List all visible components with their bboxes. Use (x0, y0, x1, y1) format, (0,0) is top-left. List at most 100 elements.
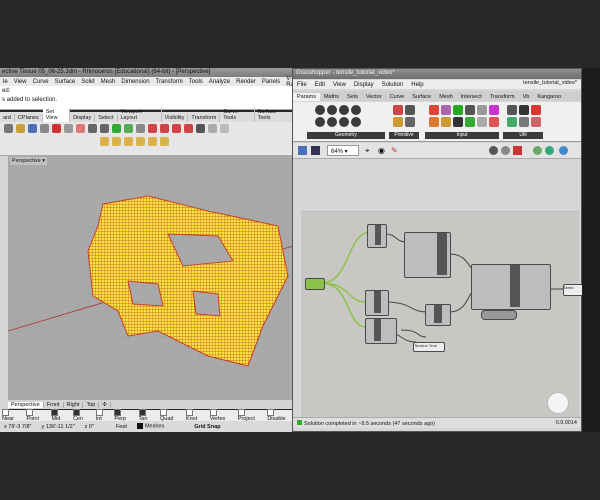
boolean-param-icon[interactable] (393, 105, 403, 115)
point-param-icon[interactable] (315, 105, 325, 115)
gh-menu-item[interactable]: Edit (311, 82, 329, 88)
gh-menu-item[interactable]: Help (407, 82, 427, 88)
rhino-menu-item[interactable]: Tools (186, 79, 206, 85)
preview-mode-icon[interactable] (489, 146, 498, 155)
preview-eye-icon[interactable]: ◉ (378, 146, 385, 155)
toggle-node[interactable] (481, 310, 517, 320)
mesh-topology-node[interactable] (367, 224, 387, 248)
rotate-view-icon[interactable] (124, 124, 133, 133)
sketch-pen-icon[interactable]: ✎ (391, 146, 398, 155)
globe-icon[interactable] (545, 146, 554, 155)
gh-tab[interactable]: Kangaroo (533, 93, 565, 101)
gh-document-name[interactable]: tensile_tutorial_video* (523, 80, 577, 87)
spring-node[interactable] (425, 304, 451, 326)
rhino-menu-item[interactable]: View (11, 79, 30, 85)
sphere-icon[interactable] (208, 124, 217, 133)
tension-toggle-node[interactable]: Tension True (413, 342, 445, 352)
perspective-viewport[interactable]: Perspective ▾ (8, 156, 293, 400)
grid-snap-toggle[interactable]: Grid Snap (194, 424, 220, 430)
car-icon[interactable] (160, 124, 169, 133)
zoom-level[interactable]: 64% ▾ (327, 145, 359, 156)
layer-icon[interactable] (160, 137, 169, 146)
rhino-menu-item[interactable]: Mesh (98, 79, 119, 85)
swatch-icon[interactable] (489, 105, 499, 115)
toolbar-tab[interactable]: Visibility (162, 114, 189, 122)
layer-icon[interactable] (100, 137, 109, 146)
print-icon[interactable] (40, 124, 49, 133)
new-icon[interactable] (4, 124, 13, 133)
button-icon[interactable] (465, 105, 475, 115)
component-analysis-node[interactable] (404, 232, 451, 278)
rhino-menu-item[interactable]: Dimension (118, 79, 152, 85)
rhino-menu-item[interactable]: Transform (153, 79, 186, 85)
curve-param-icon[interactable] (315, 117, 325, 127)
rhino-menu-item[interactable]: Panels (259, 79, 283, 85)
car-icon[interactable] (172, 124, 181, 133)
rhino-menu-item[interactable]: le (0, 79, 11, 85)
save-icon[interactable] (28, 124, 37, 133)
plane-param-icon[interactable] (339, 117, 349, 127)
gh-menu-item[interactable]: View (329, 82, 350, 88)
toolbar-tab[interactable]: ard (0, 114, 15, 122)
panel-icon[interactable] (441, 105, 451, 115)
gh-tab[interactable]: Mesh (435, 93, 456, 101)
viewport-tab[interactable]: Right (64, 401, 84, 408)
layer-icon[interactable] (112, 137, 121, 146)
undo-icon[interactable] (88, 124, 97, 133)
gh-tab[interactable]: Vector (362, 93, 386, 101)
gh-tab[interactable]: Vb (519, 93, 534, 101)
circle-param-icon[interactable] (339, 105, 349, 115)
copy-icon[interactable] (64, 124, 73, 133)
rhino-menu-item[interactable]: Solid (78, 79, 97, 85)
unary-force-node[interactable] (365, 318, 397, 344)
fitness-icon[interactable] (531, 105, 541, 115)
text-param-icon[interactable] (393, 117, 403, 127)
layer-icon[interactable] (148, 137, 157, 146)
viewport-tab[interactable]: Perspective (8, 401, 44, 408)
toolbar-tab[interactable]: Surface Tools (255, 108, 294, 122)
rhino-menu-item[interactable]: Render (233, 79, 259, 85)
line-param-icon[interactable] (327, 117, 337, 127)
paste-icon[interactable] (76, 124, 85, 133)
car-icon[interactable] (184, 124, 193, 133)
gh-tab[interactable]: Curve (386, 93, 409, 101)
rhino-menu-item[interactable]: Surface (52, 79, 79, 85)
toolbar-tab[interactable]: Curve Tools (220, 108, 255, 122)
gh-menu-item[interactable]: Solution (378, 82, 408, 88)
wireframe-mode-icon[interactable] (501, 146, 510, 155)
layer-icon[interactable] (136, 137, 145, 146)
gh-tab[interactable]: Intersect (457, 93, 486, 101)
toggle-icon[interactable] (453, 105, 463, 115)
gh-tab[interactable]: Transform (486, 93, 519, 101)
toolbar-tab[interactable]: CPlanes (15, 114, 43, 122)
galapagos-icon[interactable] (507, 117, 517, 127)
toolbar-tab[interactable]: Set View (42, 108, 71, 122)
current-layer[interactable]: Meshes (136, 423, 164, 430)
toolbar-tab[interactable]: Select (95, 114, 118, 122)
control-icon[interactable] (477, 105, 487, 115)
zoom-icon[interactable] (136, 124, 145, 133)
open-file-icon[interactable] (298, 146, 307, 155)
rhino-menu-item[interactable]: Curve (30, 79, 52, 85)
light-icon[interactable] (220, 124, 229, 133)
add-viewport-icon[interactable]: ✣ (99, 401, 111, 408)
calendar-icon[interactable] (477, 117, 487, 127)
redo-icon[interactable] (100, 124, 109, 133)
bake-icon[interactable] (513, 146, 522, 155)
clock-icon[interactable] (489, 117, 499, 127)
vector-param-icon[interactable] (327, 105, 337, 115)
number-param-icon[interactable] (405, 105, 415, 115)
cut-icon[interactable] (52, 124, 61, 133)
rhino-menu-item[interactable]: Analyze (206, 79, 233, 85)
toolbar-tab[interactable]: Transform (188, 114, 221, 122)
toolbar-tab[interactable]: Viewport Layout (118, 108, 162, 122)
arc-param-icon[interactable] (351, 105, 361, 115)
zoom-extents-icon[interactable]: ⌖ (365, 146, 370, 156)
mesh-param-node[interactable] (305, 278, 325, 290)
help-icon[interactable] (559, 146, 568, 155)
scribble-icon[interactable] (531, 117, 541, 127)
viewport-tab[interactable]: Front (44, 401, 64, 408)
colour-param-icon[interactable] (405, 117, 415, 127)
slider-icon[interactable] (429, 105, 439, 115)
canvas-compass-icon[interactable] (547, 392, 569, 414)
